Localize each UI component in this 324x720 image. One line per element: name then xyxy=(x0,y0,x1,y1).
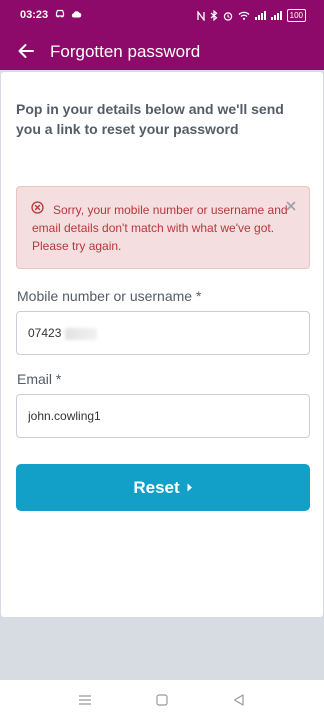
email-field[interactable] xyxy=(16,394,310,438)
back-button[interactable] xyxy=(13,38,39,64)
menu-icon xyxy=(79,695,91,705)
cloud-icon xyxy=(71,10,82,17)
email-field-label: Email * xyxy=(17,371,62,387)
square-icon xyxy=(156,694,168,706)
app-bar: Forgotten password xyxy=(0,32,324,70)
system-nav-bar xyxy=(0,680,324,720)
error-message: Sorry, your mobile number or username an… xyxy=(32,203,288,253)
alarm-icon xyxy=(223,11,232,21)
status-bar: 03:23 100 xyxy=(0,0,324,32)
nfc-icon xyxy=(196,10,205,21)
intro-text: Pop in your details below and we'll send… xyxy=(16,101,284,137)
error-alert: Sorry, your mobile number or username an… xyxy=(16,186,310,269)
mobile-field-label: Mobile number or username * xyxy=(17,288,202,304)
reset-button-label: Reset xyxy=(133,477,180,497)
car-icon xyxy=(55,9,65,18)
battery-indicator: 100 xyxy=(286,9,306,22)
close-icon xyxy=(286,201,296,211)
home-button[interactable] xyxy=(154,692,170,708)
signal-icon xyxy=(254,11,266,20)
back-nav-button[interactable] xyxy=(230,692,246,708)
arrow-left-icon xyxy=(18,44,34,58)
form-card: Pop in your details below and we'll send… xyxy=(1,72,323,617)
status-system-icons: 100 xyxy=(196,9,306,22)
reset-button[interactable]: Reset xyxy=(16,464,310,511)
close-alert-button[interactable] xyxy=(284,199,298,213)
page-title: Forgotten password xyxy=(50,42,201,61)
status-time: 03:23 xyxy=(20,9,49,21)
triangle-back-icon xyxy=(233,694,244,706)
email-input[interactable] xyxy=(28,395,298,437)
status-notification-icons xyxy=(55,9,82,18)
chevron-right-icon xyxy=(187,483,192,492)
redacted-digits xyxy=(65,328,97,340)
bluetooth-icon xyxy=(210,10,218,21)
signal-icon xyxy=(270,11,282,20)
recent-apps-button[interactable] xyxy=(77,692,93,708)
wifi-icon xyxy=(238,11,250,20)
mobile-field[interactable] xyxy=(16,311,310,355)
